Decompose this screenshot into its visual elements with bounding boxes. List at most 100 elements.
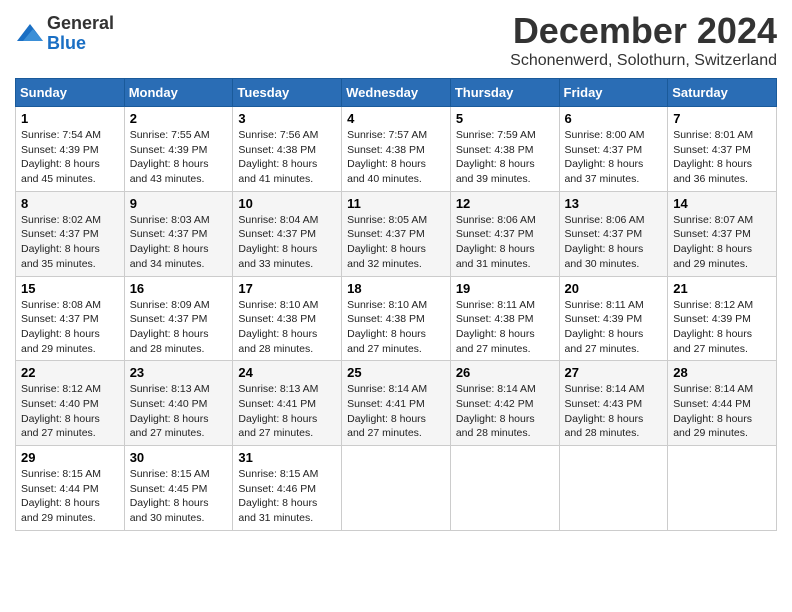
weekday-header-tuesday: Tuesday <box>233 79 342 107</box>
location-title: Schonenwerd, Solothurn, Switzerland <box>510 52 777 70</box>
sunrise-label: Sunrise: 7:54 AM <box>21 129 101 141</box>
sunrise-label: Sunrise: 8:09 AM <box>130 299 210 311</box>
daylight-label: Daylight: 8 hours and 31 minutes. <box>456 243 535 270</box>
daylight-label: Daylight: 8 hours and 29 minutes. <box>673 413 752 440</box>
calendar-cell: 13 Sunrise: 8:06 AM Sunset: 4:37 PM Dayl… <box>559 191 668 276</box>
sunset-label: Sunset: 4:44 PM <box>673 398 751 410</box>
sunrise-label: Sunrise: 8:04 AM <box>238 214 318 226</box>
calendar-cell: 18 Sunrise: 8:10 AM Sunset: 4:38 PM Dayl… <box>342 276 451 361</box>
calendar-cell: 20 Sunrise: 8:11 AM Sunset: 4:39 PM Dayl… <box>559 276 668 361</box>
day-number: 6 <box>565 111 663 126</box>
calendar-cell: 2 Sunrise: 7:55 AM Sunset: 4:39 PM Dayli… <box>124 107 233 192</box>
day-number: 27 <box>565 365 663 380</box>
sunset-label: Sunset: 4:40 PM <box>21 398 99 410</box>
daylight-label: Daylight: 8 hours and 34 minutes. <box>130 243 209 270</box>
sunset-label: Sunset: 4:37 PM <box>21 313 99 325</box>
sunrise-label: Sunrise: 8:14 AM <box>347 383 427 395</box>
day-number: 1 <box>21 111 119 126</box>
calendar-cell: 31 Sunrise: 8:15 AM Sunset: 4:46 PM Dayl… <box>233 446 342 531</box>
day-info: Sunrise: 8:10 AM Sunset: 4:38 PM Dayligh… <box>347 298 445 357</box>
day-info: Sunrise: 8:10 AM Sunset: 4:38 PM Dayligh… <box>238 298 336 357</box>
week-row-2: 8 Sunrise: 8:02 AM Sunset: 4:37 PM Dayli… <box>16 191 777 276</box>
daylight-label: Daylight: 8 hours and 29 minutes. <box>21 497 100 524</box>
sunset-label: Sunset: 4:43 PM <box>565 398 643 410</box>
week-row-4: 22 Sunrise: 8:12 AM Sunset: 4:40 PM Dayl… <box>16 361 777 446</box>
day-info: Sunrise: 7:54 AM Sunset: 4:39 PM Dayligh… <box>21 128 119 187</box>
sunset-label: Sunset: 4:37 PM <box>673 228 751 240</box>
week-row-3: 15 Sunrise: 8:08 AM Sunset: 4:37 PM Dayl… <box>16 276 777 361</box>
sunset-label: Sunset: 4:37 PM <box>673 144 751 156</box>
sunset-label: Sunset: 4:39 PM <box>21 144 99 156</box>
day-number: 13 <box>565 196 663 211</box>
day-number: 18 <box>347 281 445 296</box>
calendar-cell: 29 Sunrise: 8:15 AM Sunset: 4:44 PM Dayl… <box>16 446 125 531</box>
day-info: Sunrise: 8:14 AM Sunset: 4:42 PM Dayligh… <box>456 382 554 441</box>
day-info: Sunrise: 8:15 AM Sunset: 4:45 PM Dayligh… <box>130 467 228 526</box>
sunset-label: Sunset: 4:45 PM <box>130 483 208 495</box>
day-info: Sunrise: 8:14 AM Sunset: 4:41 PM Dayligh… <box>347 382 445 441</box>
day-number: 16 <box>130 281 228 296</box>
weekday-header-thursday: Thursday <box>450 79 559 107</box>
sunrise-label: Sunrise: 8:05 AM <box>347 214 427 226</box>
sunrise-label: Sunrise: 8:06 AM <box>565 214 645 226</box>
weekday-header-friday: Friday <box>559 79 668 107</box>
daylight-label: Daylight: 8 hours and 27 minutes. <box>21 413 100 440</box>
day-info: Sunrise: 8:09 AM Sunset: 4:37 PM Dayligh… <box>130 298 228 357</box>
day-info: Sunrise: 7:59 AM Sunset: 4:38 PM Dayligh… <box>456 128 554 187</box>
calendar-cell: 21 Sunrise: 8:12 AM Sunset: 4:39 PM Dayl… <box>668 276 777 361</box>
calendar-cell: 19 Sunrise: 8:11 AM Sunset: 4:38 PM Dayl… <box>450 276 559 361</box>
sunrise-label: Sunrise: 8:10 AM <box>347 299 427 311</box>
calendar-cell: 1 Sunrise: 7:54 AM Sunset: 4:39 PM Dayli… <box>16 107 125 192</box>
day-number: 8 <box>21 196 119 211</box>
calendar-cell: 25 Sunrise: 8:14 AM Sunset: 4:41 PM Dayl… <box>342 361 451 446</box>
day-number: 26 <box>456 365 554 380</box>
sunset-label: Sunset: 4:38 PM <box>238 144 316 156</box>
sunrise-label: Sunrise: 8:15 AM <box>238 468 318 480</box>
sunrise-label: Sunrise: 8:10 AM <box>238 299 318 311</box>
day-info: Sunrise: 8:13 AM Sunset: 4:40 PM Dayligh… <box>130 382 228 441</box>
sunrise-label: Sunrise: 8:12 AM <box>673 299 753 311</box>
calendar-cell <box>342 446 451 531</box>
sunrise-label: Sunrise: 8:02 AM <box>21 214 101 226</box>
calendar-cell: 30 Sunrise: 8:15 AM Sunset: 4:45 PM Dayl… <box>124 446 233 531</box>
daylight-label: Daylight: 8 hours and 27 minutes. <box>347 328 426 355</box>
sunset-label: Sunset: 4:37 PM <box>238 228 316 240</box>
sunset-label: Sunset: 4:38 PM <box>347 313 425 325</box>
calendar-cell: 3 Sunrise: 7:56 AM Sunset: 4:38 PM Dayli… <box>233 107 342 192</box>
sunrise-label: Sunrise: 8:14 AM <box>456 383 536 395</box>
calendar-cell: 27 Sunrise: 8:14 AM Sunset: 4:43 PM Dayl… <box>559 361 668 446</box>
daylight-label: Daylight: 8 hours and 35 minutes. <box>21 243 100 270</box>
day-number: 7 <box>673 111 771 126</box>
day-number: 4 <box>347 111 445 126</box>
day-info: Sunrise: 8:06 AM Sunset: 4:37 PM Dayligh… <box>565 213 663 272</box>
daylight-label: Daylight: 8 hours and 27 minutes. <box>347 413 426 440</box>
daylight-label: Daylight: 8 hours and 37 minutes. <box>565 158 644 185</box>
day-info: Sunrise: 8:14 AM Sunset: 4:44 PM Dayligh… <box>673 382 771 441</box>
sunset-label: Sunset: 4:37 PM <box>347 228 425 240</box>
calendar-cell: 8 Sunrise: 8:02 AM Sunset: 4:37 PM Dayli… <box>16 191 125 276</box>
sunset-label: Sunset: 4:37 PM <box>130 228 208 240</box>
day-number: 30 <box>130 450 228 465</box>
daylight-label: Daylight: 8 hours and 39 minutes. <box>456 158 535 185</box>
weekday-header-wednesday: Wednesday <box>342 79 451 107</box>
day-number: 3 <box>238 111 336 126</box>
sunrise-label: Sunrise: 7:55 AM <box>130 129 210 141</box>
sunrise-label: Sunrise: 8:14 AM <box>565 383 645 395</box>
sunset-label: Sunset: 4:41 PM <box>238 398 316 410</box>
sunrise-label: Sunrise: 8:14 AM <box>673 383 753 395</box>
month-title: December 2024 <box>510 10 777 52</box>
weekday-header-saturday: Saturday <box>668 79 777 107</box>
daylight-label: Daylight: 8 hours and 27 minutes. <box>456 328 535 355</box>
day-info: Sunrise: 8:04 AM Sunset: 4:37 PM Dayligh… <box>238 213 336 272</box>
day-info: Sunrise: 8:11 AM Sunset: 4:39 PM Dayligh… <box>565 298 663 357</box>
daylight-label: Daylight: 8 hours and 30 minutes. <box>565 243 644 270</box>
logo-blue-text: Blue <box>47 34 114 54</box>
daylight-label: Daylight: 8 hours and 29 minutes. <box>21 328 100 355</box>
calendar-cell: 6 Sunrise: 8:00 AM Sunset: 4:37 PM Dayli… <box>559 107 668 192</box>
daylight-label: Daylight: 8 hours and 27 minutes. <box>565 328 644 355</box>
sunset-label: Sunset: 4:44 PM <box>21 483 99 495</box>
sunrise-label: Sunrise: 7:57 AM <box>347 129 427 141</box>
sunset-label: Sunset: 4:37 PM <box>565 228 643 240</box>
day-number: 25 <box>347 365 445 380</box>
daylight-label: Daylight: 8 hours and 45 minutes. <box>21 158 100 185</box>
